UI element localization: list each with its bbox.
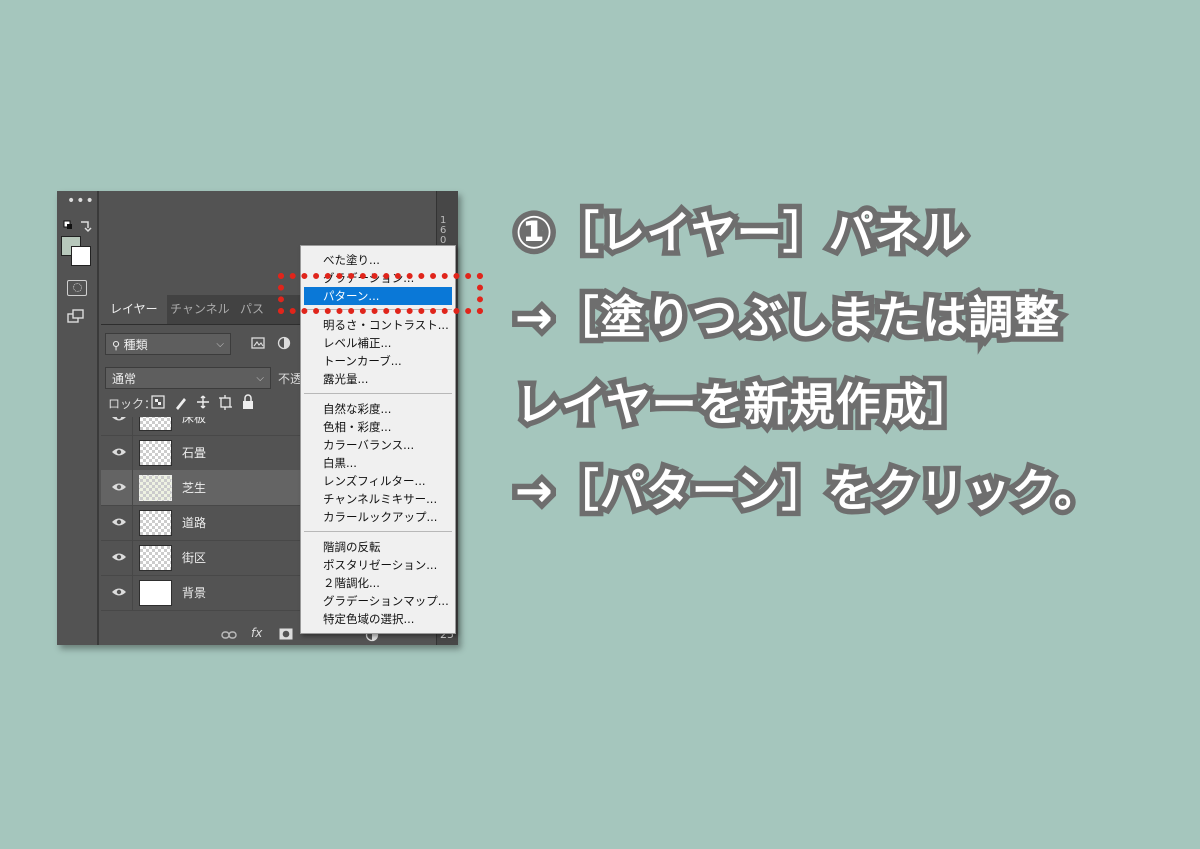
- quick-mask-icon[interactable]: [67, 280, 87, 296]
- menu-separator: [304, 393, 452, 394]
- visibility-eye-icon[interactable]: [111, 586, 127, 598]
- eye-separator: [132, 575, 133, 610]
- menu-item-brightness-contrast[interactable]: 明るさ・コントラスト...: [301, 316, 455, 334]
- caption-line-2: →［塗りつぶしまたは調整: [509, 286, 1064, 350]
- menu-item-threshold[interactable]: ２階調化...: [301, 574, 455, 592]
- lock-artboard-icon: [219, 395, 232, 410]
- highlight-callout-box: [278, 273, 483, 314]
- layer-mask-icon[interactable]: [279, 628, 293, 640]
- menu-item-invert[interactable]: 階調の反転: [301, 538, 455, 556]
- toolbar-more-icon[interactable]: •••: [67, 193, 95, 209]
- lock-transparency-icon: [151, 395, 165, 409]
- blend-mode-select[interactable]: 通常 ⌵: [105, 367, 271, 389]
- layer-thumbnail: [139, 510, 172, 536]
- image-filter-icon[interactable]: [251, 336, 265, 350]
- menu-separator: [304, 531, 452, 532]
- eye-separator: [132, 470, 133, 505]
- visibility-eye-icon[interactable]: [111, 417, 127, 423]
- menu-item-curves[interactable]: トーンカーブ...: [301, 352, 455, 370]
- filter-kind-value: 種類: [123, 338, 148, 352]
- layer-name: 石畳: [182, 446, 207, 460]
- chevron-down-icon: ⌵: [216, 339, 224, 350]
- blend-mode-value: 通常: [112, 372, 137, 386]
- layer-name: 街区: [182, 551, 207, 565]
- menu-item-posterize[interactable]: ポスタリゼーション...: [301, 556, 455, 574]
- filter-kind-select[interactable]: ⚲ 種類 ⌵: [105, 333, 231, 355]
- menu-item-solid-color[interactable]: べた塗り...: [301, 251, 455, 269]
- eye-separator: [132, 435, 133, 470]
- lock-icons-group: [151, 394, 253, 410]
- layer-thumbnail: [139, 545, 172, 571]
- visibility-eye-icon[interactable]: [111, 446, 127, 458]
- link-layers-icon[interactable]: [221, 629, 237, 641]
- caption-line-4: →［パターン］をクリック。: [510, 459, 1105, 523]
- visibility-eye-icon[interactable]: [111, 551, 127, 563]
- menu-item-gradient-map[interactable]: グラデーションマップ...: [301, 592, 455, 610]
- tab-channels[interactable]: チャンネル: [161, 295, 239, 324]
- panel-divider: [97, 191, 99, 645]
- visibility-eye-icon[interactable]: [111, 516, 127, 528]
- caption-line-1: ①［レイヤー］パネル: [510, 201, 972, 265]
- tab-layers[interactable]: レイヤー: [101, 295, 167, 324]
- tab-paths[interactable]: パス: [231, 295, 273, 324]
- menu-item-color-balance[interactable]: カラーバランス...: [301, 436, 455, 454]
- menu-item-vibrance[interactable]: 自然な彩度...: [301, 400, 455, 418]
- menu-item-hue-saturation[interactable]: 色相・彩度...: [301, 418, 455, 436]
- menu-item-channel-mixer[interactable]: チャンネルミキサー...: [301, 490, 455, 508]
- eye-separator: [132, 417, 133, 435]
- screen-mode-icon[interactable]: [67, 309, 85, 325]
- layer-name: 芝生: [182, 481, 207, 495]
- lock-label: ロック：: [108, 397, 157, 411]
- menu-item-levels[interactable]: レベル補正...: [301, 334, 455, 352]
- menu-item-black-white[interactable]: 白黒...: [301, 454, 455, 472]
- chevron-down-icon: ⌵: [256, 373, 264, 384]
- layer-thumbnail: [139, 440, 172, 466]
- lock-all-icon: [243, 394, 253, 409]
- swap-colors-icon[interactable]: [61, 219, 93, 233]
- tools-toolbar: •••: [57, 191, 98, 645]
- search-icon: ⚲: [112, 339, 124, 352]
- ruler-digits: 1 6 0: [440, 215, 447, 246]
- opacity-label: 不透: [278, 372, 303, 386]
- layer-name: 背景: [182, 586, 207, 600]
- eye-separator: [132, 505, 133, 540]
- adjustment-filter-icon[interactable]: [277, 336, 291, 350]
- layer-name: 道路: [182, 516, 207, 530]
- visibility-eye-icon[interactable]: [111, 481, 127, 493]
- layer-thumbnail: [139, 417, 172, 431]
- layer-name: 床板: [182, 417, 207, 425]
- lock-pixels-icon: [176, 398, 186, 410]
- lock-position-icon: [197, 395, 209, 409]
- layer-thumbnail: [139, 580, 172, 606]
- menu-item-color-lookup[interactable]: カラールックアップ...: [301, 508, 455, 526]
- caption-line-3: レイヤーを新規作成］: [510, 373, 979, 437]
- menu-item-exposure[interactable]: 露光量...: [301, 370, 455, 388]
- menu-item-photo-filter[interactable]: レンズフィルター...: [301, 472, 455, 490]
- background-color-swatch[interactable]: [71, 246, 91, 266]
- fx-icon[interactable]: fx: [251, 626, 262, 640]
- eye-separator: [132, 540, 133, 575]
- menu-item-selective-color[interactable]: 特定色域の選択...: [301, 610, 455, 628]
- layer-thumbnail: [139, 475, 172, 501]
